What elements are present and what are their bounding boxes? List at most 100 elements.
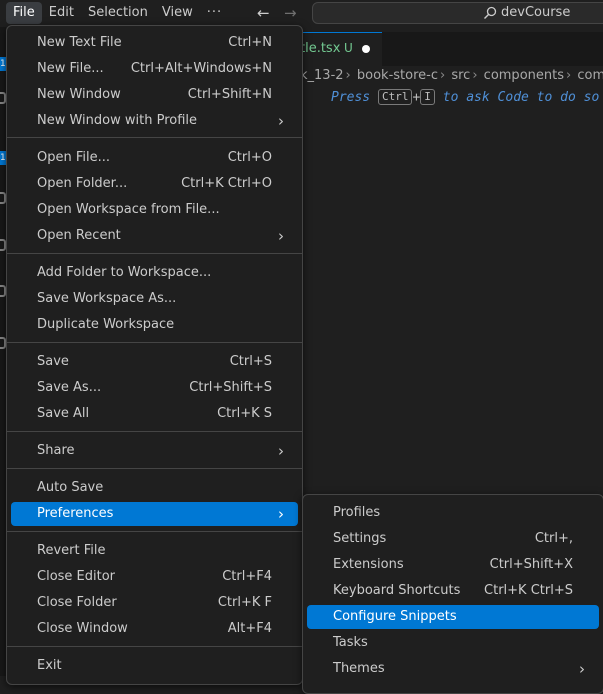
menu-item-label: Add Folder to Workspace... <box>37 265 212 280</box>
menu-item-auto-save[interactable]: Auto Save <box>11 476 298 500</box>
menu-item-shortcut: Ctrl+K Ctrl+S <box>484 583 573 598</box>
chevron-right-icon: › <box>278 227 284 245</box>
chevron-right-icon: › <box>345 68 351 83</box>
menu-item-label: Tasks <box>333 635 368 650</box>
menu-item-shortcut: Ctrl+Alt+Windows+N <box>130 61 272 76</box>
menu-item-shortcut: Alt+F4 <box>227 621 272 636</box>
unsaved-dot-icon[interactable] <box>362 45 370 53</box>
menu-item-label: Exit <box>37 658 62 673</box>
menu-item-label: Share <box>37 443 75 458</box>
hint-key-ctrl: Ctrl <box>377 89 413 105</box>
chevron-right-icon: › <box>278 505 284 523</box>
menu-item-profiles[interactable]: Profiles <box>307 501 599 525</box>
menu-item-new-window-with-profile[interactable]: New Window with Profile › <box>11 109 298 133</box>
breadcrumb: k_13-2 › book-store-c › src › components › c… <box>300 68 603 88</box>
menu-item-close-window[interactable]: Close Window Alt+F4 <box>11 617 298 641</box>
menu-item-save[interactable]: Save Ctrl+S <box>11 350 298 374</box>
menu-item-configure-snippets[interactable]: Configure Snippets <box>307 605 599 629</box>
title-bar: File Edit Selection View ··· ← → devCour… <box>0 0 603 27</box>
menu-selection[interactable]: Selection <box>81 2 155 24</box>
hint-key-i: I <box>420 89 435 105</box>
menu-item-label: Open Folder... <box>37 176 128 191</box>
menu-item-label: New Window <box>37 87 121 102</box>
chevron-right-icon: › <box>440 68 446 83</box>
menu-item-shortcut: Ctrl+K F <box>217 595 272 610</box>
menu-item-label: Settings <box>333 531 387 546</box>
menu-item-label: Open Recent <box>37 228 121 243</box>
menu-file[interactable]: File <box>6 2 42 24</box>
menu-item-label: Save As... <box>37 380 102 395</box>
chevron-right-icon: › <box>579 660 585 678</box>
menu-item-keyboard-shortcuts[interactable]: Keyboard Shortcuts Ctrl+K Ctrl+S <box>307 579 599 603</box>
menu-item-exit[interactable]: Exit <box>11 654 298 678</box>
menu-separator <box>7 137 302 138</box>
menu-item-label: Save <box>37 354 69 369</box>
menu-separator <box>7 253 302 254</box>
menu-item-shortcut: Ctrl+K S <box>217 406 272 421</box>
menu-item-close-folder[interactable]: Close Folder Ctrl+K F <box>11 591 298 615</box>
menu-view[interactable]: View <box>155 2 200 24</box>
forward-arrow-icon[interactable]: → <box>284 4 297 22</box>
menu-item-open-workspace[interactable]: Open Workspace from File... <box>11 198 298 222</box>
menu-item-label: Revert File <box>37 543 106 558</box>
menu-item-open-file[interactable]: Open File... Ctrl+O <box>11 146 298 170</box>
chevron-right-icon: › <box>278 112 284 130</box>
menu-item-label: Preferences <box>37 506 114 521</box>
menu-item-label: New File... <box>37 61 104 76</box>
menu-item-open-folder[interactable]: Open Folder... Ctrl+K Ctrl+O <box>11 172 298 196</box>
menu-item-shortcut: Ctrl+F4 <box>222 569 272 584</box>
menu-item-settings[interactable]: Settings Ctrl+, <box>307 527 599 551</box>
menu-item-extensions[interactable]: Extensions Ctrl+Shift+X <box>307 553 599 577</box>
command-center-search[interactable]: devCourse <box>312 2 603 24</box>
menu-item-themes[interactable]: Themes › <box>307 657 599 681</box>
menu-item-save-all[interactable]: Save All Ctrl+K S <box>11 402 298 426</box>
menu-item-shortcut: Ctrl+N <box>228 35 272 50</box>
menu-item-close-editor[interactable]: Close Editor Ctrl+F4 <box>11 565 298 589</box>
menu-item-add-folder[interactable]: Add Folder to Workspace... <box>11 261 298 285</box>
breadcrumb-item[interactable]: components <box>484 68 564 83</box>
menu-more[interactable]: ··· <box>200 2 229 24</box>
menu-item-label: Open Workspace from File... <box>37 202 220 217</box>
menu-item-duplicate-workspace[interactable]: Duplicate Workspace <box>11 313 298 337</box>
menu-item-save-as[interactable]: Save As... Ctrl+Shift+S <box>11 376 298 400</box>
breadcrumb-item[interactable]: common <box>577 68 603 83</box>
menu-item-label: Auto Save <box>37 480 104 495</box>
hint-post: to ask Code to do so <box>442 90 600 105</box>
menu-item-label: Themes <box>333 661 385 676</box>
menu-item-share[interactable]: Share › <box>11 439 298 463</box>
menu-separator <box>7 531 302 532</box>
tab-file-name: tle.tsx <box>300 41 341 56</box>
menu-item-label: Profiles <box>333 505 381 520</box>
menu-item-label: New Text File <box>37 35 122 50</box>
menu-item-open-recent[interactable]: Open Recent › <box>11 224 298 248</box>
breadcrumb-item[interactable]: k_13-2 <box>300 68 344 83</box>
menu-item-shortcut: Ctrl+O <box>227 150 272 165</box>
back-arrow-icon[interactable]: ← <box>257 4 270 22</box>
breadcrumb-item[interactable]: src <box>451 68 470 83</box>
menu-separator <box>7 342 302 343</box>
editor-tab[interactable]: tle.tsx U <box>300 32 382 66</box>
menu-item-new-text-file[interactable]: New Text File Ctrl+N <box>11 31 298 55</box>
file-menu: New Text File Ctrl+N New File... Ctrl+Al… <box>6 25 303 685</box>
menu-bar: File Edit Selection View ··· <box>6 2 229 24</box>
hint-plus: + <box>412 90 421 105</box>
menu-separator <box>7 431 302 432</box>
chevron-right-icon: › <box>566 68 572 83</box>
menu-item-label: Save All <box>37 406 90 421</box>
menu-item-new-file[interactable]: New File... Ctrl+Alt+Windows+N <box>11 57 298 81</box>
menu-edit[interactable]: Edit <box>42 2 81 24</box>
menu-item-shortcut: Ctrl+Shift+X <box>489 557 573 572</box>
menu-item-new-window[interactable]: New Window Ctrl+Shift+N <box>11 83 298 107</box>
menu-item-label: Configure Snippets <box>333 609 457 624</box>
menu-item-shortcut: Ctrl+Shift+S <box>189 380 272 395</box>
inline-chat-hint: Press Ctrl + I to ask Code to do so <box>331 89 599 105</box>
breadcrumb-item[interactable]: book-store-c <box>357 68 438 83</box>
menu-item-tasks[interactable]: Tasks <box>307 631 599 655</box>
menu-item-shortcut: Ctrl+, <box>534 531 573 546</box>
menu-item-label: Keyboard Shortcuts <box>333 583 461 598</box>
menu-item-shortcut: Ctrl+Shift+N <box>187 87 272 102</box>
menu-item-save-workspace-as[interactable]: Save Workspace As... <box>11 287 298 311</box>
menu-item-preferences[interactable]: Preferences › <box>11 502 298 526</box>
menu-item-revert-file[interactable]: Revert File <box>11 539 298 563</box>
menu-separator <box>7 468 302 469</box>
